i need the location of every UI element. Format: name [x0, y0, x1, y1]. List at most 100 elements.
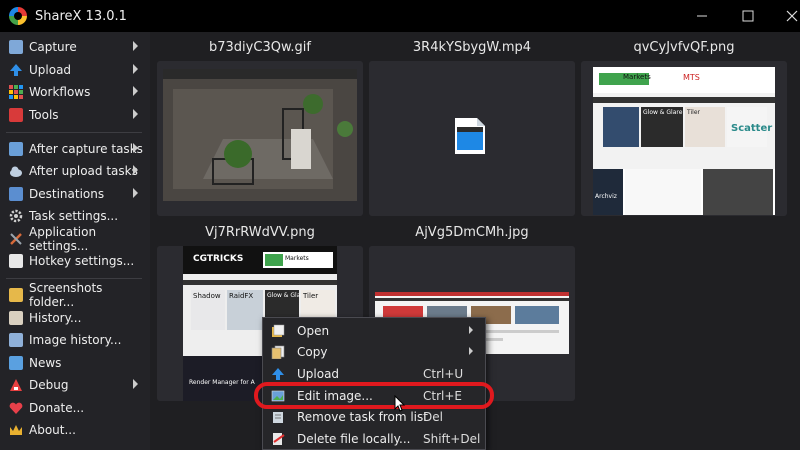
sidebar-item-screenshots-folder[interactable]: Screenshots folder... — [0, 281, 150, 309]
heart-icon — [9, 401, 23, 415]
upload-arrow-icon — [9, 63, 23, 77]
submenu-arrow-icon — [133, 143, 138, 153]
destinations-icon — [9, 187, 23, 201]
thumbnail-tile[interactable] — [157, 61, 363, 216]
wrench-icon — [9, 232, 23, 246]
gif-preview-image — [163, 69, 357, 201]
preview-tile-label: Archviz — [595, 193, 617, 200]
thumbnail-title[interactable]: AjVg5DmCMh.jpg — [369, 225, 575, 240]
submenu-arrow-icon — [133, 165, 138, 175]
submenu-arrow-icon — [133, 188, 138, 198]
minimize-button[interactable] — [680, 0, 724, 32]
site-brand-text: MTS — [683, 73, 700, 82]
sidebar-item-label: Upload — [29, 63, 72, 77]
sidebar-item-news[interactable]: News — [0, 352, 150, 374]
site-logo-text: Markets — [623, 73, 651, 81]
preview-tile-label: Tiler — [687, 109, 700, 116]
sidebar-divider — [6, 278, 142, 279]
thumbnail-tile[interactable]: Markets MTS Glow & Glare Tiler Scatter A… — [581, 61, 787, 216]
maximize-button[interactable] — [726, 0, 770, 32]
sidebar-item-donate[interactable]: Donate... — [0, 397, 150, 419]
sidebar-item-destinations[interactable]: Destinations — [0, 183, 150, 205]
sidebar-item-hotkey-settings[interactable]: Hotkey settings... — [0, 250, 150, 272]
preview-banner-text: Render Manager for A — [189, 379, 255, 386]
menu-item-shortcut: Ctrl+U — [423, 366, 464, 381]
sidebar-item-workflows[interactable]: Workflows — [0, 81, 150, 103]
sidebar-item-after-capture-tasks[interactable]: After capture tasks — [0, 138, 150, 160]
after-capture-icon — [9, 142, 23, 156]
submenu-arrow-icon — [133, 86, 138, 96]
site-logo-text: Markets — [285, 255, 309, 262]
sidebar-item-label: News — [29, 356, 62, 370]
copy-icon — [271, 345, 285, 359]
sidebar-item-label: Application settings... — [29, 225, 97, 253]
sidebar-item-label: History... — [29, 311, 82, 325]
folder-icon — [9, 288, 23, 302]
sidebar-item-label: Image history... — [29, 333, 122, 347]
video-file-icon — [453, 116, 487, 156]
submenu-arrow-icon — [133, 109, 138, 119]
submenu-arrow-icon — [469, 347, 473, 355]
minimize-icon — [697, 15, 707, 17]
delete-file-icon — [271, 432, 285, 446]
preview-tile-label: Glow & Glare — [643, 109, 683, 116]
upload-arrow-icon — [271, 367, 285, 381]
sidebar-item-label: Workflows — [29, 85, 91, 99]
sidebar-item-application-settings[interactable]: Application settings... — [0, 225, 150, 253]
remove-icon — [271, 410, 285, 424]
menu-item-shortcut: Del — [423, 409, 443, 424]
submenu-arrow-icon — [133, 41, 138, 51]
open-file-icon — [271, 324, 285, 338]
sidebar-item-after-upload-tasks[interactable]: After upload tasks — [0, 160, 150, 182]
sidebar-item-image-history[interactable]: Image history... — [0, 329, 150, 351]
submenu-arrow-icon — [133, 379, 138, 389]
edit-image-highlight-ring — [254, 382, 494, 409]
preview-tile-label: Shadow — [193, 292, 221, 300]
menu-item-shortcut: Shift+Del — [423, 431, 481, 446]
crown-icon — [9, 423, 23, 437]
thumbnail-title[interactable]: Vj7RrRWdVV.png — [157, 225, 363, 240]
thumbnail-title[interactable]: qvCyJvfvQF.png — [581, 40, 787, 55]
menu-item-label: Delete file locally... — [297, 431, 411, 446]
sidebar-item-label: After upload tasks — [29, 164, 138, 178]
sidebar-item-label: Tools — [29, 108, 59, 122]
sidebar-item-capture[interactable]: Capture — [0, 36, 150, 58]
close-button[interactable] — [770, 0, 800, 32]
context-menu-open[interactable]: Open — [263, 320, 485, 341]
context-menu-upload[interactable]: Upload Ctrl+U — [263, 363, 485, 384]
submenu-arrow-icon — [469, 326, 473, 334]
sidebar-item-label: Donate... — [29, 401, 85, 415]
sidebar-item-label: Destinations — [29, 187, 105, 201]
sidebar: Capture Upload Workflows Tools After cap… — [0, 32, 150, 450]
sidebar-item-label: Screenshots folder... — [29, 281, 103, 309]
menu-item-label: Open — [297, 323, 330, 338]
sidebar-item-label: After capture tasks — [29, 142, 143, 156]
sidebar-item-about[interactable]: About... — [0, 419, 150, 441]
sidebar-item-history[interactable]: History... — [0, 307, 150, 329]
preview-tile-label: Tiler — [303, 292, 319, 300]
context-menu-copy[interactable]: Copy — [263, 341, 485, 362]
news-icon — [9, 356, 23, 370]
sidebar-item-upload[interactable]: Upload — [0, 59, 150, 81]
website-preview-image: Markets MTS Glow & Glare Tiler Scatter A… — [593, 67, 775, 215]
thumbnail-tile[interactable] — [369, 61, 575, 216]
sidebar-item-label: Hotkey settings... — [29, 254, 135, 268]
sidebar-item-task-settings[interactable]: Task settings... — [0, 205, 150, 227]
window-title: ShareX 13.0.1 — [35, 8, 127, 24]
preview-tile-label: RaidFX — [229, 292, 254, 300]
history-icon — [9, 311, 23, 325]
sidebar-item-label: About... — [29, 423, 76, 437]
close-icon — [786, 10, 798, 22]
sidebar-item-debug[interactable]: Debug — [0, 374, 150, 396]
thumbnail-title[interactable]: 3R4kYSbygW.mp4 — [369, 40, 575, 55]
context-menu-delete-file[interactable]: Delete file locally... Shift+Del — [263, 428, 485, 449]
thumbnail-title[interactable]: b73diyC3Qw.gif — [157, 40, 363, 55]
sidebar-item-label: Task settings... — [29, 209, 119, 223]
gear-icon — [9, 209, 23, 223]
context-menu-remove-task[interactable]: Remove task from list Del — [263, 406, 485, 427]
image-history-icon — [9, 333, 23, 347]
sidebar-item-tools[interactable]: Tools — [0, 104, 150, 126]
camera-icon — [9, 40, 23, 54]
keyboard-icon — [9, 254, 23, 268]
toolbox-icon — [9, 108, 23, 122]
